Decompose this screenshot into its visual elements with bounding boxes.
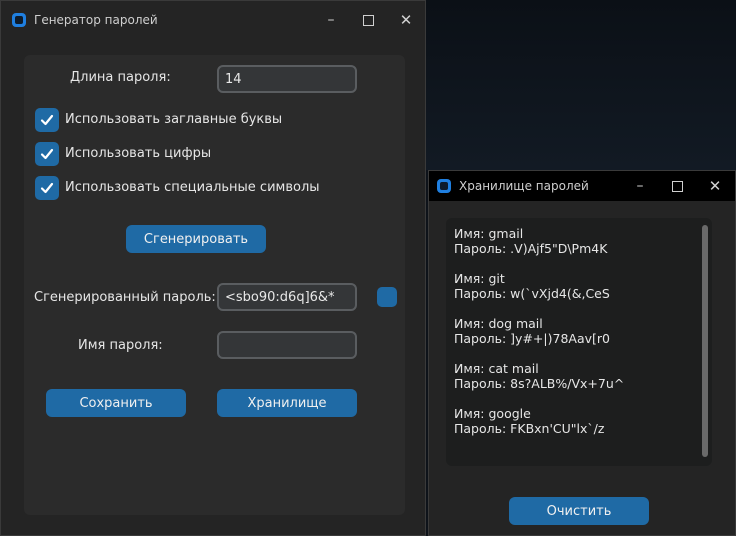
entry-password: Пароль: 8s?ALB%/Vx+7u^ <box>454 376 625 391</box>
storage-title: Хранилище паролей <box>459 179 589 193</box>
generator-window: Генератор паролей – ✕ Длина пароля: 14 И… <box>0 0 426 536</box>
special-label: Использовать специальные символы <box>65 180 320 195</box>
special-checkbox[interactable] <box>35 176 59 200</box>
upper-label: Использовать заглавные буквы <box>65 112 283 127</box>
length-label: Длина пароля: <box>70 70 171 85</box>
password-name-input[interactable] <box>217 331 357 359</box>
upper-checkbox[interactable] <box>35 108 59 132</box>
entry-name: Имя: cat mail <box>454 361 539 376</box>
app-icon <box>12 13 26 27</box>
generate-button[interactable]: Сгенерировать <box>126 225 266 253</box>
generated-label: Сгенерированный пароль: <box>34 290 216 305</box>
storage-button[interactable]: Хранилище <box>217 389 357 417</box>
minimize-icon[interactable]: – <box>313 1 349 39</box>
entry-name: Имя: git <box>454 271 505 286</box>
entry-name: Имя: google <box>454 406 531 421</box>
close-icon[interactable]: ✕ <box>697 171 733 201</box>
maximize-icon[interactable] <box>659 171 695 201</box>
close-icon[interactable]: ✕ <box>388 1 424 39</box>
checkmark-icon <box>40 182 54 194</box>
save-button[interactable]: Сохранить <box>46 389 186 417</box>
entry-password: Пароль: .V)Ajf5"D\Pm4K <box>454 241 608 256</box>
name-label: Имя пароля: <box>78 338 163 353</box>
generated-password-field[interactable]: <sbo90:d6q]6&* <box>217 283 357 311</box>
checkmark-icon <box>40 114 54 126</box>
desktop-background <box>424 0 736 170</box>
minimize-icon[interactable]: – <box>622 171 658 201</box>
entry-password: Пароль: w(`vXjd4(&,CeS <box>454 286 610 301</box>
entry-name: Имя: gmail <box>454 226 524 241</box>
list-item: Имя: gmail Пароль: .V)Ajf5"D\Pm4K <box>454 226 694 256</box>
entry-password: Пароль: FKBxn'CU"lx`/z <box>454 421 605 436</box>
entry-name: Имя: dog mail <box>454 316 543 331</box>
storage-scrollbar[interactable] <box>702 225 708 457</box>
digits-checkbox[interactable] <box>35 142 59 166</box>
list-item: Имя: cat mail Пароль: 8s?ALB%/Vx+7u^ <box>454 361 694 391</box>
maximize-icon[interactable] <box>350 1 386 39</box>
digits-label: Использовать цифры <box>65 146 212 161</box>
clear-button[interactable]: Очистить <box>509 497 649 525</box>
checkmark-icon <box>40 148 54 160</box>
app-icon <box>437 179 451 193</box>
copy-button[interactable] <box>377 287 397 307</box>
storage-list: Имя: gmail Пароль: .V)Ajf5"D\Pm4K Имя: g… <box>454 226 694 451</box>
list-item: Имя: git Пароль: w(`vXjd4(&,CeS <box>454 271 694 301</box>
generator-titlebar: Генератор паролей – ✕ <box>1 1 425 39</box>
list-item: Имя: google Пароль: FKBxn'CU"lx`/z <box>454 406 694 436</box>
list-item: Имя: dog mail Пароль: ]y#+|)78Aav[r0 <box>454 316 694 346</box>
length-input[interactable]: 14 <box>217 65 357 93</box>
storage-titlebar: Хранилище паролей – ✕ <box>429 171 735 201</box>
entry-password: Пароль: ]y#+|)78Aav[r0 <box>454 331 610 346</box>
generator-title: Генератор паролей <box>34 13 158 27</box>
